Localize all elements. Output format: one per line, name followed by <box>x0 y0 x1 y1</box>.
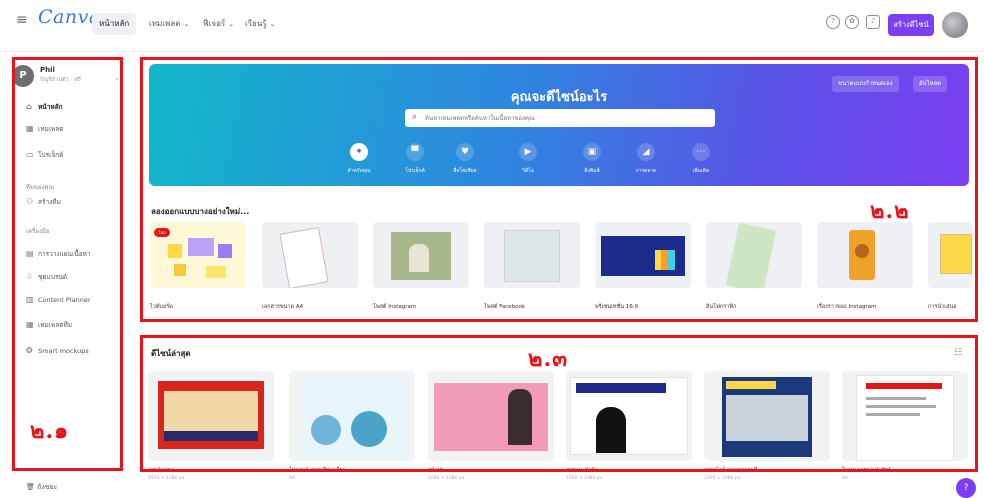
recent-design-size: 1920 × 1080 px <box>704 476 741 481</box>
notification-icon[interactable]: ♪ <box>866 15 880 29</box>
avatar[interactable] <box>942 12 968 38</box>
nav-features[interactable]: ฟีเจอร์ ⌄ <box>196 13 241 35</box>
annotation-box-templates <box>140 57 978 322</box>
recent-design-size: 1920 × 1080 px <box>148 476 185 481</box>
recent-design-size: 1920 × 1080 px <box>566 476 603 481</box>
chevron-down-icon: ⌄ <box>269 20 276 28</box>
recent-design-size: A4 <box>289 476 295 481</box>
annotation-box-sidebar <box>12 57 123 471</box>
nav-home[interactable]: หน้าหลัก <box>92 13 137 35</box>
menu-icon[interactable]: ≡ <box>16 12 28 28</box>
recent-design-size: 1080 × 1080 px <box>428 476 465 481</box>
sidebar-item-trash[interactable]: 🗑 ถังขยะ <box>26 482 57 493</box>
trash-icon: 🗑 <box>26 483 35 491</box>
chevron-down-icon: ⌄ <box>183 20 190 28</box>
top-bar: ≡ Canva หน้าหลัก เทมเพลต ⌄ ฟีเจอร์ ⌄ เรียน… <box>0 0 984 52</box>
nav-templates[interactable]: เทมเพลต ⌄ <box>142 13 196 35</box>
create-design-button[interactable]: สร้างดีไซน์ <box>888 14 934 36</box>
chevron-down-icon: ⌄ <box>228 20 235 28</box>
recent-design-size: A4 <box>842 476 848 481</box>
nav-learn[interactable]: เรียนรู้ ⌄ <box>238 13 282 35</box>
annotation-box-recent <box>140 335 978 472</box>
help-icon[interactable]: ? <box>826 15 840 29</box>
settings-icon[interactable]: ✿ <box>845 15 859 29</box>
help-button[interactable]: ? <box>956 478 976 498</box>
